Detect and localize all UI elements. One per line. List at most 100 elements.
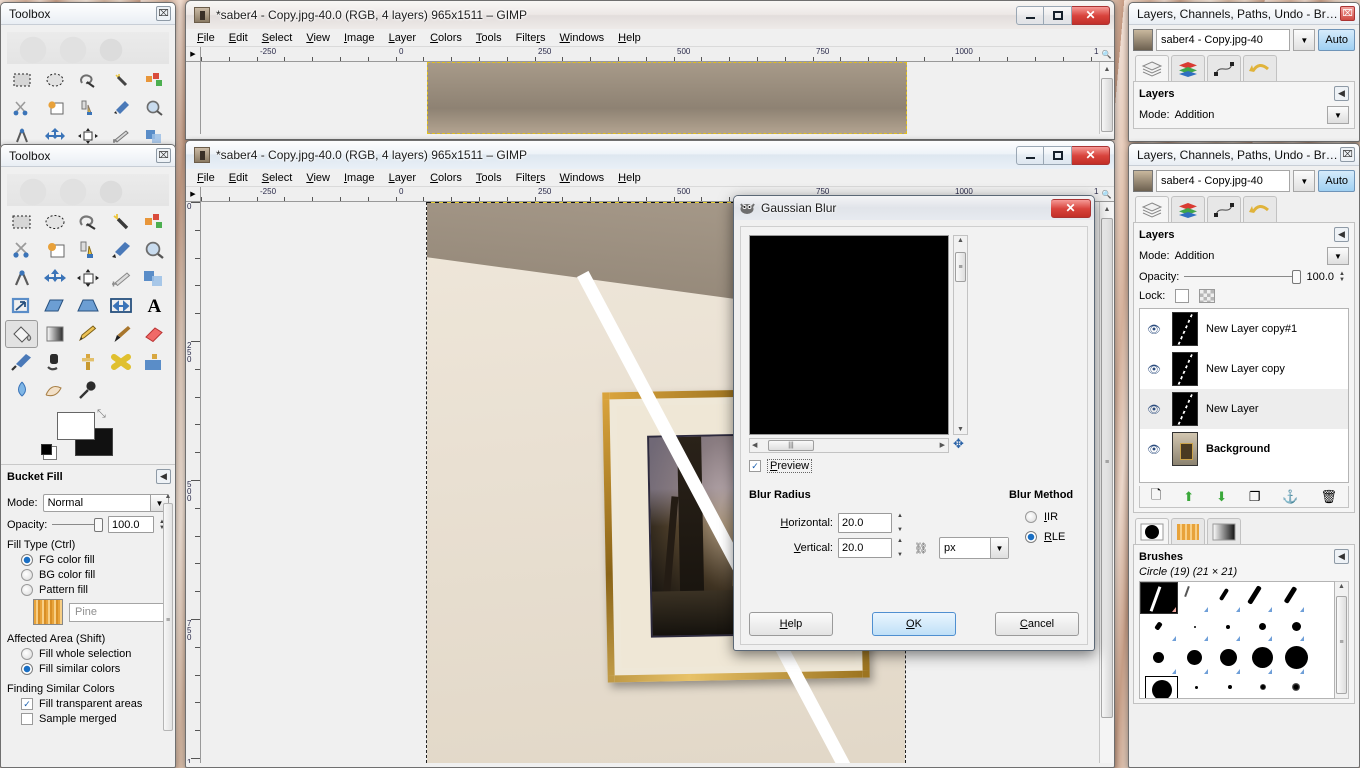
zoom-image-icon[interactable]: 🔍 <box>1099 47 1114 62</box>
menu-tools[interactable]: Tools <box>469 171 509 185</box>
help-button[interactable]: Help <box>749 612 833 636</box>
layer-opacity-stepper[interactable]: ▲ ▼ <box>1339 271 1349 283</box>
menu-select[interactable]: Select <box>255 31 300 45</box>
horizontal-ruler-back[interactable]: -250 0 250 500 750 1000 1250 <box>201 47 1099 62</box>
checkbox-icon[interactable]: ✓ <box>21 698 33 710</box>
checkbox-icon[interactable]: ✓ <box>749 460 761 472</box>
zoom-image-icon[interactable]: 🔍 <box>1099 187 1114 202</box>
image-name-back[interactable]: saber4 - Copy.jpg-40 <box>1156 29 1291 51</box>
image-window-titlebar[interactable]: *saber4 - Copy.jpg-40.0 (RGB, 4 layers) … <box>186 141 1114 169</box>
flip-tool-icon[interactable] <box>105 292 138 320</box>
brush-cell[interactable] <box>1226 625 1230 629</box>
vertical-scrollbar[interactable]: ▲ ≡ <box>1099 202 1114 763</box>
toolbox-window-back[interactable]: Toolbox ⌧ <box>0 2 176 147</box>
chevron-down-icon[interactable]: ▼ <box>1293 29 1316 51</box>
dock-tabs[interactable] <box>1133 196 1355 223</box>
close-icon[interactable]: ⌧ <box>156 148 171 163</box>
method-rle[interactable]: RLE <box>1024 531 1079 543</box>
patterns-tab[interactable] <box>1171 518 1205 544</box>
vertical-scroll-thumb[interactable]: ≡ <box>1101 218 1113 718</box>
close-icon[interactable]: ⌧ <box>1340 6 1355 21</box>
vertical-stepper[interactable]: ▲ ▼ <box>897 538 907 558</box>
image-selector-back[interactable]: saber4 - Copy.jpg-40 ▼ Auto <box>1133 29 1355 51</box>
rect-select-tool-icon[interactable] <box>5 66 38 94</box>
layer-visibility-icon[interactable]: 👁 <box>1144 403 1164 416</box>
layer-button-bar[interactable]: 🗋 ⬆ ⬇ ❐ ⚓ 🗑 <box>1139 486 1349 508</box>
brush-cell[interactable] <box>1260 684 1266 690</box>
panel-menu-icon[interactable]: ◀ <box>1334 549 1349 564</box>
eraser-tool-icon[interactable] <box>138 320 171 348</box>
rotate-tool-icon[interactable] <box>138 264 171 292</box>
brush-cell[interactable] <box>1252 647 1273 668</box>
perspective-tool-icon[interactable] <box>71 292 104 320</box>
table-row[interactable]: 👁 New Layer copy <box>1140 349 1348 389</box>
layer-opacity-slider[interactable] <box>1184 270 1302 284</box>
brush-cell-selected[interactable] <box>1145 676 1178 698</box>
gradients-tab[interactable] <box>1207 518 1241 544</box>
paintbrush-tool-icon[interactable] <box>105 320 138 348</box>
brush-cell[interactable] <box>1154 621 1163 631</box>
pattern-swatch[interactable] <box>33 599 63 625</box>
auto-button[interactable]: Auto <box>1318 170 1355 192</box>
brush-cell[interactable] <box>1220 649 1237 666</box>
ellipse-select-tool-icon[interactable] <box>38 208 71 236</box>
menu-view[interactable]: View <box>299 31 337 45</box>
horizontal-input[interactable]: 20.0 <box>838 513 892 533</box>
radio-icon[interactable] <box>1024 531 1037 543</box>
fill-type-bg[interactable]: BG color fill <box>21 569 169 581</box>
airbrush-tool-icon[interactable] <box>5 348 38 376</box>
right-dock-back[interactable]: Layers, Channels, Paths, Undo - Br… ⌧ sa… <box>1128 2 1360 142</box>
zoom-tool-icon[interactable] <box>138 236 171 264</box>
free-select-tool-icon[interactable] <box>71 208 104 236</box>
foreground-color-swatch[interactable] <box>57 412 95 440</box>
menubar[interactable]: File Edit Select View Image Layer Colors… <box>186 169 1114 187</box>
radio-icon[interactable] <box>21 554 33 566</box>
menubar-back[interactable]: File Edit Select View Image Layer Colors… <box>186 29 1114 47</box>
image-window-back[interactable]: *saber4 - Copy.jpg-40.0 (RGB, 4 layers) … <box>185 0 1115 140</box>
brush-cell[interactable] <box>1194 626 1196 628</box>
radio-icon[interactable] <box>21 569 33 581</box>
close-icon[interactable]: ⌧ <box>1340 147 1355 162</box>
minimize-button[interactable] <box>1016 5 1044 25</box>
close-button[interactable]: ✕ <box>1072 5 1110 25</box>
maximize-button[interactable] <box>1044 145 1072 165</box>
sample-merged-check[interactable]: Sample merged <box>21 713 169 725</box>
chevron-down-icon[interactable]: ▼ <box>1327 247 1349 265</box>
perspective-clone-tool-icon[interactable] <box>138 348 171 376</box>
maximize-button[interactable] <box>1044 5 1072 25</box>
table-row[interactable]: 👁 New Layer copy#1 <box>1140 309 1348 349</box>
scroll-up-icon[interactable]: ▲ <box>163 491 173 501</box>
heal-tool-icon[interactable] <box>105 348 138 376</box>
brush-cell[interactable] <box>1247 585 1262 605</box>
menu-windows[interactable]: Windows <box>553 31 612 45</box>
ellipse-select-tool-icon[interactable] <box>38 66 71 94</box>
ruler-menu-icon[interactable]: ▶ <box>186 47 201 62</box>
brush-scrollbar[interactable]: ▲ ≡ <box>1335 581 1349 699</box>
duplicate-layer-button[interactable]: ❐ <box>1249 489 1261 505</box>
preview-scroll-thumb[interactable]: ≡ <box>955 252 966 282</box>
raise-layer-button[interactable]: ⬆ <box>1183 489 1194 505</box>
right-dock-titlebar-back[interactable]: Layers, Channels, Paths, Undo - Br… ⌧ <box>1129 3 1359 25</box>
scroll-down-icon[interactable]: ▼ <box>954 426 967 433</box>
blend-gradient-tool-icon[interactable] <box>38 320 71 348</box>
text-tool-icon[interactable]: A <box>138 292 171 320</box>
preview-vertical-scrollbar[interactable]: ▲ ≡ ▼ <box>953 235 968 435</box>
clone-tool-icon[interactable] <box>71 348 104 376</box>
channels-tab[interactable] <box>1171 55 1205 81</box>
anchor-layer-button[interactable]: ⚓ <box>1282 489 1298 505</box>
tool-grid[interactable]: A <box>5 208 171 404</box>
table-row[interactable]: 👁 Background <box>1140 429 1348 469</box>
horizontal-stepper[interactable]: ▲ ▼ <box>897 513 907 533</box>
delete-layer-button[interactable]: 🗑 <box>1321 489 1338 505</box>
chain-link-icon[interactable]: ⛓ <box>914 542 928 555</box>
vertical-scroll-thumb[interactable] <box>1101 78 1113 132</box>
menu-file[interactable]: File <box>190 31 222 45</box>
brush-cell[interactable] <box>1292 683 1300 691</box>
table-row[interactable]: 👁 New Layer <box>1140 389 1348 429</box>
radio-icon[interactable] <box>21 663 33 675</box>
alignment-tool-icon[interactable] <box>71 264 104 292</box>
ok-button[interactable]: OK <box>872 612 956 636</box>
menu-tools[interactable]: Tools <box>469 31 509 45</box>
brush-cell[interactable] <box>1195 686 1198 689</box>
menu-image[interactable]: Image <box>337 31 382 45</box>
